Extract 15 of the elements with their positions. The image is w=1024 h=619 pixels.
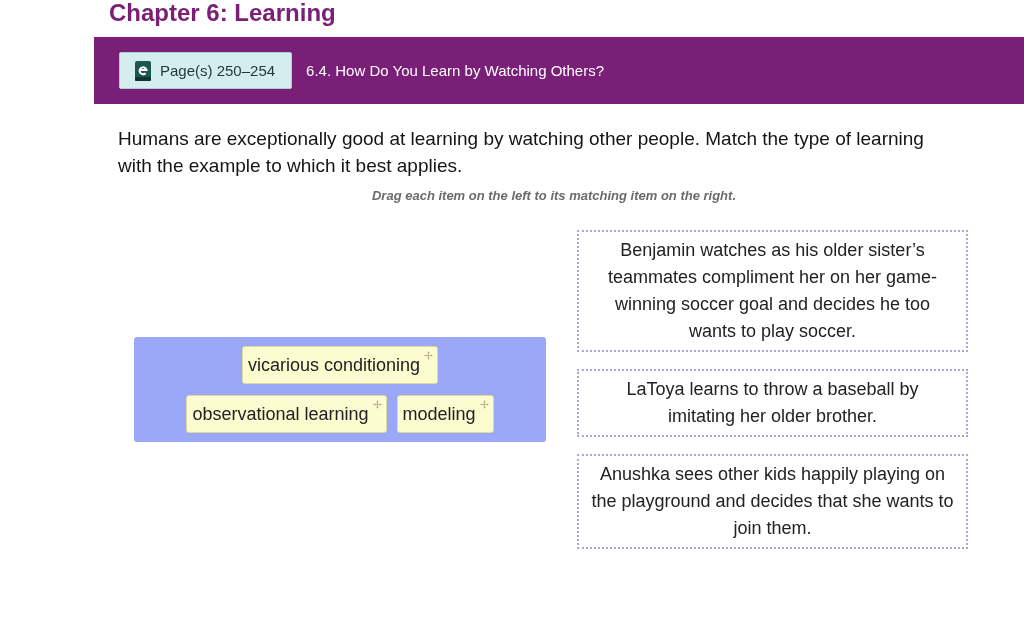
move-icon — [372, 400, 382, 409]
instruction-text: Drag each item on the left to its matching item on the right. — [371, 188, 736, 203]
drag-item[interactable]: modeling — [396, 395, 494, 433]
page-link[interactable]: Page(s) 250–254 — [119, 52, 293, 89]
section-title: 6.4. How Do You Learn by Watching Others? — [306, 62, 605, 79]
question-text: Humans are exceptionally good at learning by watching other people. Match the type of learning with the example to which it best applies. — [118, 127, 925, 178]
drop-target[interactable]: Anushka sees other kids happily playing on the playground and decides that she wants to join them. — [577, 454, 968, 549]
chapter-title: Chapter 6: Learning — [109, 0, 336, 26]
drag-item[interactable]: vicarious conditioning — [241, 346, 439, 384]
drop-target[interactable]: Benjamin watches as his older sister’s teammates compliment her on her game-winning soccer goal and decides he too wants to play soccer. — [577, 230, 968, 352]
move-icon — [424, 351, 434, 360]
ebook-icon — [135, 60, 151, 81]
move-icon — [479, 400, 489, 409]
drop-target[interactable]: LaToya learns to throw a baseball by imitating her older brother. — [577, 369, 968, 437]
drag-item[interactable]: observational learning — [186, 395, 387, 433]
